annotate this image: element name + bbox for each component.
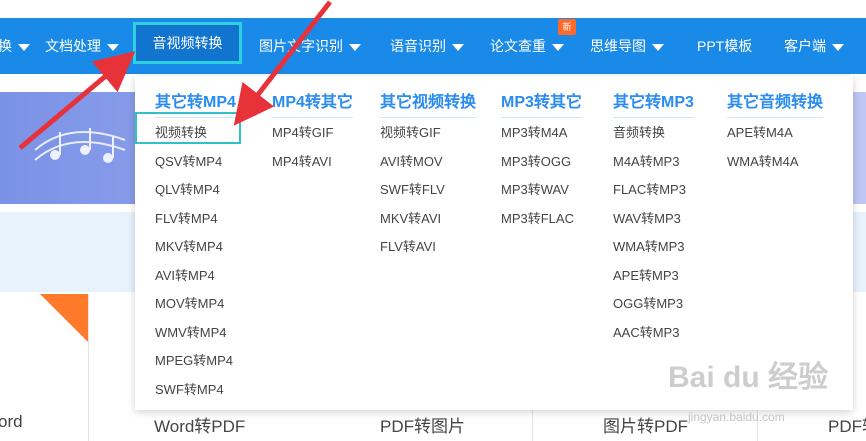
annotation-arrows [18,0,332,150]
red-arrow-to-nav [18,51,136,150]
red-arrow-to-item [233,0,332,126]
